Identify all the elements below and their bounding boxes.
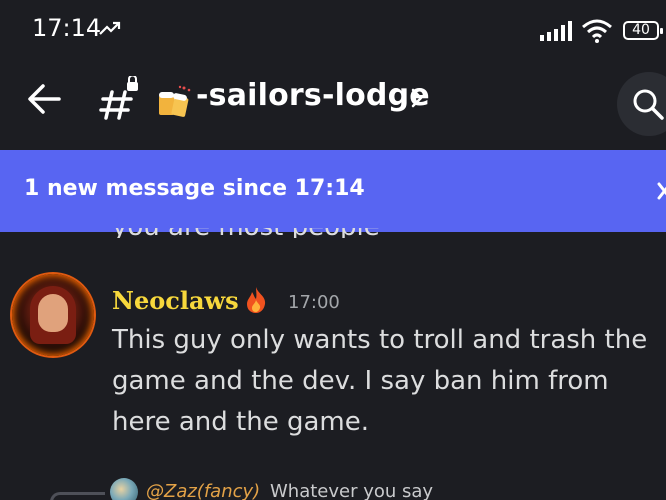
close-icon[interactable]	[656, 181, 666, 201]
new-messages-text[interactable]: 1 new message since 17:14	[24, 176, 365, 201]
reply-avatar	[110, 478, 138, 500]
status-bar: 17:14 40	[0, 0, 666, 62]
beer-mugs-emoji-icon	[159, 85, 191, 117]
back-arrow-icon[interactable]	[26, 81, 62, 117]
status-time: 17:14	[32, 14, 102, 42]
message-body: This guy only wants to troll and trash t…	[112, 325, 648, 437]
chevron-right-icon[interactable]	[410, 87, 424, 109]
search-button[interactable]	[617, 72, 666, 136]
search-icon	[633, 89, 664, 120]
message-timestamp: 17:00	[288, 292, 340, 313]
reply-preview[interactable]: @Zaz(fancy) Whatever you say	[0, 472, 666, 500]
new-messages-banner[interactable]: 1 new message since 17:14	[0, 150, 666, 232]
battery-indicator: 40	[623, 21, 663, 40]
channel-title[interactable]: -sailors-lodge	[196, 78, 430, 113]
previous-message-text: you are most people	[112, 228, 380, 238]
flame-icon	[247, 287, 266, 313]
trending-icon	[99, 21, 121, 35]
text-channel-lock-icon	[99, 76, 138, 120]
avatar[interactable]	[12, 274, 94, 356]
signal-icon	[540, 21, 572, 41]
wifi-icon	[582, 19, 612, 43]
reply-text: Whatever you say	[270, 481, 434, 500]
reply-connector	[50, 492, 105, 500]
message-username[interactable]: Neoclaws	[112, 286, 239, 315]
reply-username[interactable]: @Zaz(fancy)	[146, 481, 260, 500]
channel-header: -sailors-lodge	[0, 62, 666, 148]
